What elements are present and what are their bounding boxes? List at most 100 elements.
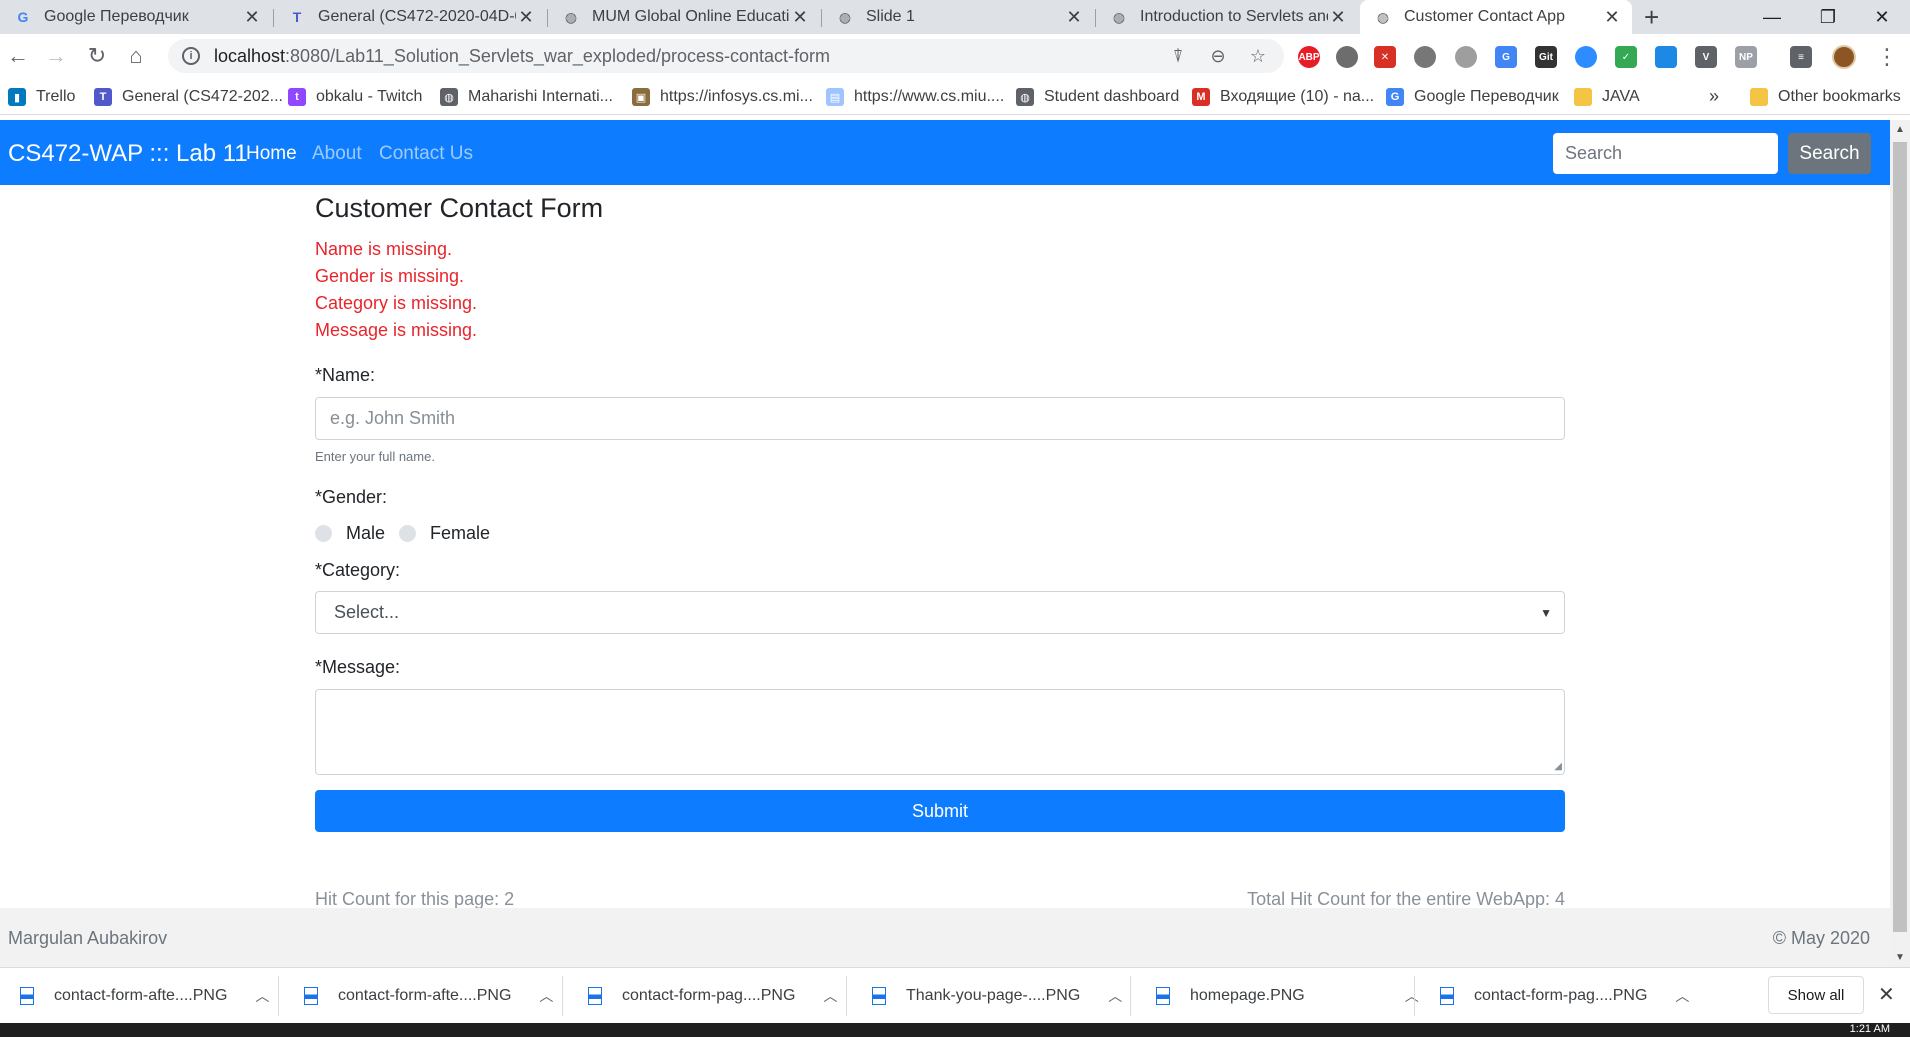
close-tab-icon[interactable]: ✕ — [516, 7, 536, 28]
tab-servlets-intro[interactable]: ◍ Introduction to Servlets and ✕ — [1096, 0, 1358, 34]
chevron-up-icon[interactable]: ︿ — [539, 986, 553, 1006]
translate-ext-icon[interactable]: G — [1495, 46, 1517, 68]
np-ext-icon[interactable]: NP — [1735, 46, 1757, 68]
back-arrow-icon[interactable]: ← — [2, 40, 34, 72]
maximize-button[interactable]: ❐ — [1800, 0, 1856, 34]
address-bar[interactable]: i localhost:8080/Lab11_Solution_Servlets… — [168, 39, 1284, 73]
image-file-icon — [304, 987, 318, 1005]
page-scrollbar[interactable]: ▲ ▼ — [1890, 120, 1910, 967]
more-menu-icon[interactable]: ⋮ — [1876, 44, 1898, 70]
download-item[interactable]: contact-form-pag....PNG ︿ — [588, 968, 837, 1024]
name-label: *Name: — [315, 365, 376, 385]
download-item[interactable]: contact-form-pag....PNG ︿ — [1440, 968, 1689, 1024]
radio-circle[interactable] — [315, 525, 332, 542]
bookmark-star-icon[interactable]: ☆ — [1244, 46, 1272, 67]
bookmark-twitch[interactable]: t obkalu - Twitch — [288, 85, 422, 109]
download-item[interactable]: contact-form-afte....PNG ︿ — [20, 968, 269, 1024]
category-select[interactable]: Select... ▼ — [315, 591, 1565, 634]
circle-ext-icon[interactable] — [1336, 46, 1358, 68]
message-label: *Message: — [315, 657, 401, 677]
download-item[interactable]: Thank-you-page-....PNG ︿ — [872, 968, 1122, 1024]
image-file-icon — [1440, 987, 1454, 1005]
reload-icon[interactable]: ↻ — [81, 40, 113, 72]
close-tab-icon[interactable]: ✕ — [1602, 7, 1622, 28]
bookmark-infosys[interactable]: ▣ https://infosys.cs.mi... — [632, 85, 813, 109]
adblock-icon[interactable]: ABP — [1298, 46, 1320, 68]
vue-ext-icon[interactable]: V — [1695, 46, 1717, 68]
bookmark-cs-miu[interactable]: ▤ https://www.cs.miu.... — [826, 85, 1004, 109]
url-text[interactable]: localhost:8080/Lab11_Solution_Servlets_w… — [214, 46, 1164, 67]
bookmark-trello[interactable]: ▮ Trello — [8, 85, 75, 109]
forward-arrow-icon[interactable]: → — [40, 40, 72, 72]
close-tab-icon[interactable]: ✕ — [1064, 7, 1084, 28]
tab-customer-contact-app[interactable]: ◍ Customer Contact App ✕ — [1360, 0, 1632, 34]
tab-teams-general[interactable]: T General (CS472-2020-04D-05 ✕ — [274, 0, 546, 34]
chevron-up-icon[interactable]: ︿ — [1675, 986, 1689, 1006]
submit-button[interactable]: Submit — [315, 790, 1565, 832]
bookmark-google-translate[interactable]: G Google Переводчик — [1386, 85, 1559, 109]
bookmark-student-dashboard[interactable]: ◍ Student dashboard — [1016, 85, 1179, 109]
nav-home[interactable]: Home — [246, 143, 297, 165]
check-ext-icon[interactable]: ✓ — [1615, 46, 1637, 68]
teams-icon: T — [94, 88, 112, 106]
download-item[interactable]: homepage.PNG ︿ — [1156, 968, 1419, 1024]
tab-google-translate[interactable]: G Google Переводчик ✕ — [0, 0, 272, 34]
bookmarks-overflow-icon[interactable]: » — [1709, 86, 1719, 107]
gender-radio-male[interactable]: Male — [315, 523, 385, 544]
zoom-ext-icon[interactable] — [1575, 46, 1597, 68]
navbar-brand[interactable]: CS472-WAP ::: Lab 11 — [8, 140, 248, 168]
shield-ext-icon[interactable]: ✕ — [1374, 46, 1396, 68]
other-bookmarks-folder[interactable]: Other bookmarks — [1750, 85, 1901, 109]
scroll-down-icon[interactable]: ▼ — [1895, 952, 1905, 963]
nav-about[interactable]: About — [312, 143, 362, 165]
translate-page-icon[interactable]: ⍒ — [1164, 46, 1192, 67]
chevron-up-icon[interactable]: ︿ — [1108, 986, 1122, 1006]
chevron-up-icon[interactable]: ︿ — [255, 986, 269, 1006]
chevron-up-icon[interactable]: ︿ — [1405, 986, 1419, 1006]
error-name-missing: Name is missing. — [315, 239, 453, 259]
close-tab-icon[interactable]: ✕ — [242, 7, 262, 28]
profile-avatar[interactable] — [1832, 45, 1856, 69]
bookmark-teams-general[interactable]: T General (CS472-202... — [94, 85, 283, 109]
media-ext-icon[interactable]: ≡ — [1790, 46, 1812, 68]
minimize-button[interactable]: — — [1744, 0, 1800, 34]
tomato-ext-icon[interactable] — [1414, 46, 1436, 68]
chevron-up-icon[interactable]: ︿ — [823, 986, 837, 1006]
zoom-icon[interactable]: ⊖ — [1204, 46, 1232, 67]
tab-mum-global[interactable]: ◍ MUM Global Online Educatio ✕ — [548, 0, 820, 34]
puzzle-ext-icon[interactable] — [1455, 46, 1477, 68]
tab-title: General (CS472-2020-04D-05 — [318, 8, 516, 25]
gender-radio-female[interactable]: Female — [399, 523, 490, 544]
home-icon[interactable]: ⌂ — [120, 40, 152, 72]
resize-grip-icon[interactable]: ◢ — [1554, 761, 1562, 772]
nav-contact-us[interactable]: Contact Us — [379, 143, 473, 165]
name-input[interactable] — [315, 397, 1565, 440]
box-ext-icon[interactable] — [1655, 46, 1677, 68]
scroll-up-icon[interactable]: ▲ — [1895, 124, 1905, 135]
gitzip-icon[interactable]: Git — [1535, 46, 1557, 68]
message-textarea[interactable]: ◢ — [315, 689, 1565, 775]
globe-icon: ◍ — [1016, 88, 1034, 106]
download-item[interactable]: contact-form-afte....PNG ︿ — [304, 968, 553, 1024]
scrollbar-thumb[interactable] — [1893, 142, 1907, 932]
radio-circle[interactable] — [399, 525, 416, 542]
close-icon[interactable]: ✕ — [1878, 982, 1895, 1007]
site-search-input[interactable] — [1553, 133, 1778, 174]
close-window-button[interactable]: ✕ — [1854, 0, 1910, 34]
name-help-text: Enter your full name. — [315, 449, 435, 464]
info-icon[interactable]: i — [182, 47, 200, 65]
bookmark-gmail[interactable]: M Входящие (10) - na... — [1192, 85, 1374, 109]
close-tab-icon[interactable]: ✕ — [1328, 7, 1348, 28]
tab-slide-1[interactable]: ◍ Slide 1 ✕ — [822, 0, 1094, 34]
page-hit-count: Hit Count for this page: 2 — [315, 889, 515, 909]
twitch-icon: t — [288, 88, 306, 106]
google-translate-icon: G — [17, 9, 29, 25]
site-search-button[interactable]: Search — [1788, 133, 1871, 174]
new-tab-button[interactable]: + — [1644, 2, 1659, 33]
close-tab-icon[interactable]: ✕ — [790, 7, 810, 28]
footer-author: Margulan Aubakirov — [8, 928, 168, 948]
show-all-downloads-button[interactable]: Show all — [1768, 976, 1864, 1014]
bookmark-java-folder[interactable]: JAVA — [1574, 85, 1640, 109]
footer-copyright: © May 2020 — [1772, 928, 1870, 948]
bookmark-maharishi[interactable]: ◍ Maharishi Internati... — [440, 85, 613, 109]
